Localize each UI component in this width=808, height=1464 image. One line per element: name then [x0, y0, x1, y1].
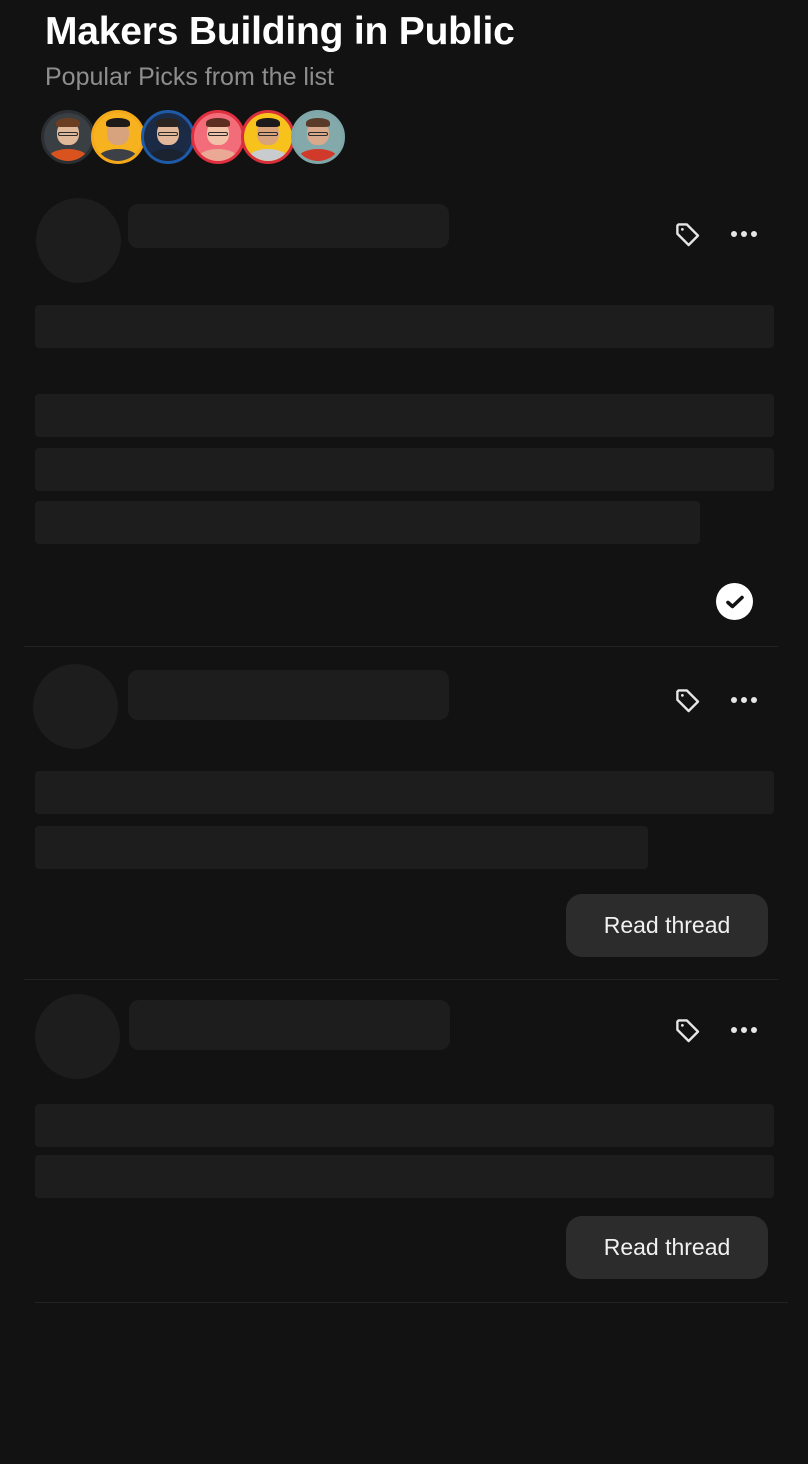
post-divider	[24, 979, 778, 980]
avatar-member-3[interactable]	[141, 110, 195, 164]
avatar-placeholder	[33, 664, 118, 749]
text-placeholder-line	[35, 1155, 774, 1198]
avatar-hair	[56, 117, 80, 128]
author-placeholder	[129, 1000, 450, 1050]
text-placeholder-line	[35, 771, 774, 814]
avatar-hair	[256, 117, 280, 128]
more-horizontal-icon	[731, 697, 757, 703]
avatar-shirt	[47, 148, 89, 161]
avatar-glasses	[58, 132, 78, 137]
text-placeholder-line	[35, 305, 774, 348]
avatar-member-4[interactable]	[191, 110, 245, 164]
avatar-glasses	[158, 132, 178, 137]
avatar-shirt	[297, 148, 339, 161]
avatar-shirt	[97, 148, 139, 161]
avatar-hair	[106, 117, 130, 128]
avatar-member-1[interactable]	[41, 110, 95, 164]
text-placeholder-line	[35, 394, 774, 437]
avatar-glasses	[308, 132, 328, 137]
text-placeholder-line	[35, 501, 700, 544]
tag-icon	[676, 223, 700, 247]
avatar-shirt	[147, 148, 189, 161]
page-title: Makers Building in Public	[45, 10, 515, 53]
text-placeholder-line	[35, 448, 774, 491]
page-subtitle: Popular Picks from the list	[45, 63, 334, 91]
author-placeholder	[128, 670, 449, 720]
more-options-button[interactable]	[726, 1016, 762, 1044]
avatar-member-5[interactable]	[241, 110, 295, 164]
avatar-glasses	[258, 132, 278, 137]
tag-icon	[676, 689, 700, 713]
read-thread-button[interactable]: Read thread	[566, 1216, 768, 1279]
avatar-hair	[306, 117, 330, 128]
post-divider	[24, 646, 778, 647]
avatar-shirt	[197, 148, 239, 161]
text-placeholder-line	[35, 1104, 774, 1147]
avatar-placeholder	[36, 198, 121, 283]
more-horizontal-icon	[731, 1027, 757, 1033]
avatar-hair	[206, 117, 230, 128]
more-options-button[interactable]	[726, 686, 762, 714]
tag-button[interactable]	[670, 218, 706, 252]
text-placeholder-line	[35, 826, 648, 869]
post-divider	[35, 1302, 788, 1303]
read-thread-button[interactable]: Read thread	[566, 894, 768, 957]
avatar-placeholder	[35, 994, 120, 1079]
read-status-check[interactable]	[716, 583, 753, 620]
more-horizontal-icon	[731, 231, 757, 237]
avatar-member-6[interactable]	[291, 110, 345, 164]
author-placeholder	[128, 204, 449, 248]
avatar-member-2[interactable]	[91, 110, 145, 164]
check-circle-icon	[725, 595, 744, 608]
tag-button[interactable]	[670, 684, 706, 718]
tag-button[interactable]	[670, 1014, 706, 1048]
tag-icon	[676, 1019, 700, 1043]
more-options-button[interactable]	[726, 220, 762, 248]
avatar-hair	[156, 117, 180, 128]
avatar-glasses	[208, 132, 228, 137]
avatar-shirt	[247, 148, 289, 161]
